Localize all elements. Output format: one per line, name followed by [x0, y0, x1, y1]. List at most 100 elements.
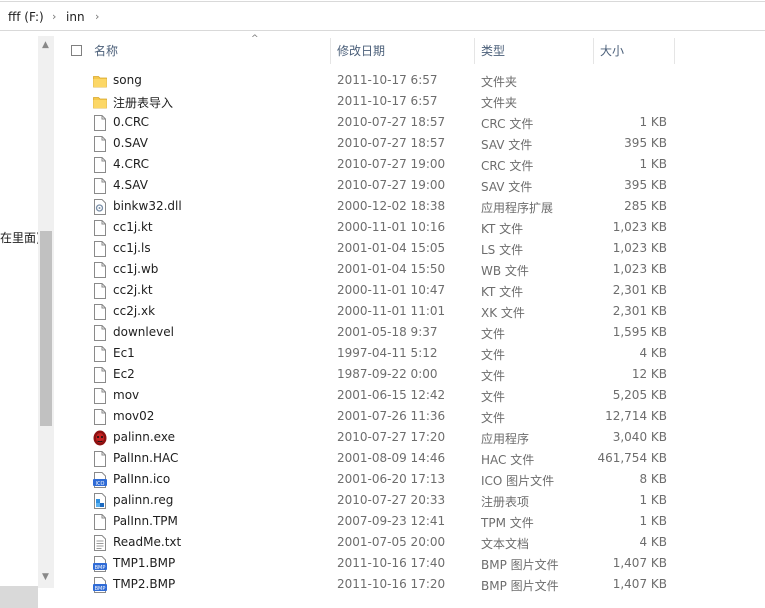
file-size: 1,595 KB — [612, 325, 667, 339]
file-size: 1,023 KB — [612, 241, 667, 255]
column-header-size[interactable]: 大小 — [594, 36, 674, 66]
file-type: 文件 — [481, 369, 506, 383]
file-row[interactable]: binkw32.dll 2000-12-02 18:38 应用程序扩展 285 KB — [55, 196, 765, 217]
file-name: mov — [113, 388, 140, 402]
file-modified-date: 2010-07-27 19:00 — [337, 178, 446, 192]
column-header-type[interactable]: 类型 — [475, 36, 593, 66]
file-type: ICO 图片文件 — [481, 474, 555, 488]
bmp-icon: BMP — [93, 577, 107, 593]
file-size: 395 KB — [624, 178, 667, 192]
scroll-up-icon[interactable]: ▲ — [42, 40, 49, 50]
file-row[interactable]: cc1j.kt 2000-11-01 10:16 KT 文件 1,023 KB — [55, 217, 765, 238]
file-type: KT 文件 — [481, 222, 524, 236]
file-modified-date: 2001-01-04 15:50 — [337, 262, 446, 276]
file-name: song — [113, 73, 142, 87]
file-modified-date: 2011-10-16 17:40 — [337, 556, 446, 570]
file-row[interactable]: ReadMe.txt 2001-07-05 20:00 文本文档 4 KB — [55, 532, 765, 553]
file-name: TMP2.BMP — [113, 577, 176, 591]
file-type: 文件 — [481, 411, 506, 425]
file-row[interactable]: PalInn.TPM 2007-09-23 12:41 TPM 文件 1 KB — [55, 511, 765, 532]
file-row[interactable]: 4.SAV 2010-07-27 19:00 SAV 文件 395 KB — [55, 175, 765, 196]
file-modified-date: 2000-12-02 18:38 — [337, 199, 446, 213]
file-modified-date: 2010-07-27 18:57 — [337, 136, 446, 150]
file-name: mov02 — [113, 409, 155, 423]
file-row[interactable]: 注册表导入 2011-10-17 6:57 文件夹 — [55, 91, 765, 112]
svg-text:BMP: BMP — [95, 586, 106, 592]
file-row[interactable]: cc2j.xk 2000-11-01 11:01 XK 文件 2,301 KB — [55, 301, 765, 322]
file-modified-date: 2001-07-26 11:36 — [337, 409, 446, 423]
file-row[interactable]: BMP TMP2.BMP 2011-10-16 17:20 BMP 图片文件 1,407… — [55, 574, 765, 595]
file-type: TPM 文件 — [481, 516, 534, 530]
file-row[interactable]: palinn.exe 2010-07-27 17:20 应用程序 3,040 KB — [55, 427, 765, 448]
column-divider[interactable] — [674, 38, 675, 64]
column-header-name[interactable]: 名称 — [88, 36, 330, 66]
file-size: 1,407 KB — [612, 556, 667, 570]
file-row[interactable]: downlevel 2001-05-18 9:37 文件 1,595 KB — [55, 322, 765, 343]
file-size: 8 KB — [639, 472, 667, 486]
column-header-date[interactable]: 修改日期 — [331, 36, 474, 66]
file-name: PalInn.HAC — [113, 451, 179, 465]
select-all-checkbox[interactable] — [71, 45, 82, 56]
file-row[interactable]: mov 2001-06-15 12:42 文件 5,205 KB — [55, 385, 765, 406]
file-size: 1 KB — [639, 493, 667, 507]
file-name: 0.CRC — [113, 115, 149, 129]
file-row[interactable]: BMP TMP1.BMP 2011-10-16 17:40 BMP 图片文件 1,407… — [55, 553, 765, 574]
file-name: cc2j.kt — [113, 283, 153, 297]
file-type: CRC 文件 — [481, 159, 534, 173]
file-size: 5,205 KB — [612, 388, 667, 402]
file-row[interactable]: mov02 2001-07-26 11:36 文件 12,714 KB — [55, 406, 765, 427]
file-name: cc1j.kt — [113, 220, 153, 234]
file-size: 12 KB — [631, 367, 667, 381]
file-type: LS 文件 — [481, 243, 524, 257]
file-name: cc2j.xk — [113, 304, 156, 318]
file-row[interactable]: cc2j.kt 2000-11-01 10:47 KT 文件 2,301 KB — [55, 280, 765, 301]
file-size: 1 KB — [639, 115, 667, 129]
file-icon — [93, 157, 107, 173]
ico-icon: ICO — [93, 472, 107, 488]
chevron-right-icon[interactable]: › — [52, 10, 56, 23]
file-row[interactable]: cc1j.wb 2001-01-04 15:50 WB 文件 1,023 KB — [55, 259, 765, 280]
file-type: XK 文件 — [481, 306, 525, 320]
file-icon — [93, 178, 107, 194]
file-size: 1,023 KB — [612, 262, 667, 276]
file-type: BMP 图片文件 — [481, 558, 559, 572]
file-name: PalInn.ico — [113, 472, 171, 486]
address-box[interactable] — [0, 1, 765, 31]
file-type: 应用程序扩展 — [481, 201, 554, 215]
address-bar[interactable]: fff (F:) › inn › — [0, 0, 765, 36]
svg-text:ICO: ICO — [96, 481, 105, 487]
breadcrumb-folder[interactable]: inn — [66, 10, 85, 24]
nav-item-partial[interactable]: 在里面) — [0, 229, 41, 246]
file-row[interactable]: 0.SAV 2010-07-27 18:57 SAV 文件 395 KB — [55, 133, 765, 154]
file-row[interactable]: Ec2 1987-09-22 0:00 文件 12 KB — [55, 364, 765, 385]
file-row[interactable]: 4.CRC 2010-07-27 19:00 CRC 文件 1 KB — [55, 154, 765, 175]
scrollbar-thumb[interactable] — [40, 231, 52, 426]
file-type: 文件夹 — [481, 96, 518, 110]
file-name: palinn.exe — [113, 430, 175, 444]
file-size: 4 KB — [639, 346, 667, 360]
file-row[interactable]: PalInn.HAC 2001-08-09 14:46 HAC 文件 461,754 … — [55, 448, 765, 469]
nav-item-selected[interactable] — [0, 586, 38, 608]
file-row[interactable]: cc1j.ls 2001-01-04 15:05 LS 文件 1,023 KB — [55, 238, 765, 259]
file-row[interactable]: palinn.reg 2010-07-27 20:33 注册表项 1 KB — [55, 490, 765, 511]
scroll-down-icon[interactable]: ▼ — [42, 572, 49, 582]
file-modified-date: 2001-05-18 9:37 — [337, 325, 438, 339]
chevron-right-icon[interactable]: › — [95, 10, 99, 23]
file-row[interactable]: 0.CRC 2010-07-27 18:57 CRC 文件 1 KB — [55, 112, 765, 133]
file-row[interactable]: ICO PalInn.ico 2001-06-20 17:13 ICO 图片文件 8 K… — [55, 469, 765, 490]
file-modified-date: 1987-09-22 0:00 — [337, 367, 438, 381]
file-icon — [93, 325, 107, 341]
exe-icon — [93, 430, 107, 446]
navigation-scrollbar[interactable]: ▲ ▼ — [38, 36, 54, 588]
file-modified-date: 2001-06-15 12:42 — [337, 388, 446, 402]
file-row[interactable]: song 2011-10-17 6:57 文件夹 — [55, 70, 765, 91]
file-icon — [93, 241, 107, 257]
reg-icon — [93, 493, 107, 509]
file-row[interactable]: Ec1 1997-04-11 5:12 文件 4 KB — [55, 343, 765, 364]
file-type: 注册表项 — [481, 495, 530, 509]
file-size: 1 KB — [639, 157, 667, 171]
column-header: ^ 名称 修改日期 类型 大小 — [55, 34, 765, 66]
file-size: 2,301 KB — [612, 304, 667, 318]
breadcrumb-drive[interactable]: fff (F:) — [8, 10, 44, 24]
file-type: 文件 — [481, 327, 506, 341]
